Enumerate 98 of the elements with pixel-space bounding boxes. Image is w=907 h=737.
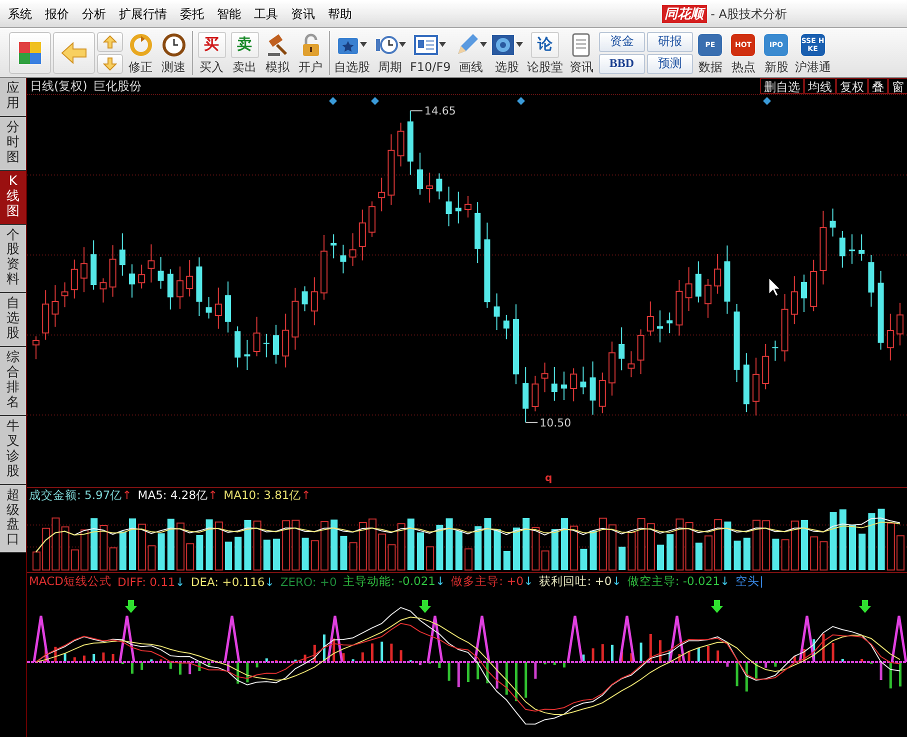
toolbar-button[interactable]: 资讯: [566, 30, 597, 74]
spike-marker: [890, 614, 907, 662]
down-arrow-icon: [859, 600, 871, 613]
side-tab[interactable]: 个股资料: [0, 224, 26, 294]
spike-marker: [426, 614, 444, 662]
gavel-icon: [266, 32, 290, 56]
app-logo: 同花顺: [662, 5, 707, 23]
macd-legend-item: DIFF: 0.11↓: [117, 574, 185, 588]
document-icon: [571, 32, 592, 56]
diamond-marker-icon: [517, 97, 525, 105]
spike-marker: [618, 614, 636, 662]
event-marker: q: [545, 473, 552, 484]
diamond-marker-icon: [329, 97, 337, 105]
menu-item[interactable]: 扩展行情: [115, 6, 176, 23]
macd-legend-item: ZERO: +0: [280, 574, 337, 588]
volume-legend-item: MA5: 4.28亿↑: [138, 488, 218, 503]
menu-item[interactable]: 分析: [78, 6, 115, 23]
side-tab[interactable]: 自选股: [0, 293, 26, 348]
side-tab[interactable]: 牛叉诊股: [0, 416, 26, 485]
menu-item[interactable]: 报价: [41, 6, 78, 23]
refresh-icon: [128, 32, 152, 56]
diamond-marker-icon: [763, 97, 771, 105]
macd-legend-item: 主导动能: -0.021↓: [342, 574, 446, 589]
down-arrow-icon: [125, 600, 137, 613]
menu-item[interactable]: 委托: [176, 6, 213, 23]
toolbar-button[interactable]: 模拟: [262, 30, 293, 74]
toolbar-button[interactable]: BBD: [598, 54, 645, 74]
spike-marker: [798, 614, 816, 662]
toolbar-button[interactable]: 周期: [373, 30, 407, 74]
chart-tool-button[interactable]: 窗: [888, 78, 907, 94]
spike-marker: [474, 614, 490, 662]
toolbar-button[interactable]: 买 买入: [196, 30, 227, 74]
toolbar-button[interactable]: 选股: [490, 30, 524, 74]
toolbar-button[interactable]: 论 论股堂: [526, 30, 564, 74]
spike-marker: [668, 614, 686, 662]
down-button[interactable]: [97, 54, 123, 74]
toolbar-button[interactable]: 自选股: [333, 30, 371, 74]
spike-marker: [224, 614, 240, 662]
toolbar-button[interactable]: 卖 卖出: [229, 30, 260, 74]
down-arrow-icon: [419, 600, 431, 613]
side-tab[interactable]: K线图: [0, 170, 26, 224]
toolbar-button[interactable]: 开户: [295, 30, 326, 74]
macd-legend-item: 做空主导: -0.021↓: [627, 574, 730, 589]
menu-item[interactable]: 帮助: [324, 6, 361, 23]
document-card-icon: [414, 34, 438, 54]
toolbar-button[interactable]: 测速: [158, 30, 189, 74]
toolbar-button[interactable]: 预测: [646, 54, 693, 74]
toolbar-button[interactable]: 研报: [646, 32, 693, 52]
down-arrow-icon: [711, 600, 723, 613]
glyph-icon: 买: [198, 32, 226, 58]
radar-screen-icon: [490, 34, 515, 56]
candle-clock-icon: [374, 34, 398, 56]
glyph-icon: 论: [530, 32, 559, 58]
chart-period: 日线(复权): [29, 78, 88, 94]
up-button[interactable]: [97, 32, 123, 52]
menu-item[interactable]: 系统: [4, 6, 41, 23]
spike-marker: [32, 614, 50, 662]
down-arrow-icon: [103, 56, 117, 70]
clock-icon: [162, 32, 186, 56]
home-button[interactable]: [9, 32, 51, 74]
spike-marker: [326, 614, 344, 662]
toolbar-button[interactable]: 修正: [125, 30, 156, 74]
macd-legend-item: 获利回吐: +0↓: [539, 574, 622, 589]
mouse-pointer-icon: [768, 277, 781, 296]
side-tab[interactable]: 应用: [0, 78, 26, 117]
stock-name: 巨化股份: [92, 78, 142, 94]
menu-item[interactable]: 智能: [213, 6, 250, 23]
glyph-icon: 卖: [230, 32, 258, 58]
spike-marker: [566, 614, 584, 662]
side-tab[interactable]: 超级盘口: [0, 484, 26, 554]
leader-line: [525, 422, 538, 423]
macd-legend-item: DEA: +0.116↓: [190, 574, 274, 588]
back-button[interactable]: [53, 32, 95, 74]
volume-legend-item: MA10: 3.81亿↑: [224, 488, 311, 503]
macd-legend-item: MACD短线公式: [29, 574, 112, 589]
side-tab[interactable]: 分时图: [0, 116, 26, 171]
price-label: 14.65: [424, 104, 456, 118]
menu-item[interactable]: 工具: [250, 6, 287, 23]
color-grid-icon: [18, 40, 42, 64]
macd-legend-item: 做多主导: +0↓: [451, 574, 534, 589]
macd-legend-item: 空头|: [736, 574, 764, 589]
up-arrow-icon: [103, 34, 117, 48]
chart-tool-button[interactable]: 叠: [868, 78, 888, 94]
chart-tool-button[interactable]: 均线: [804, 78, 836, 94]
toolbar-button[interactable]: 资金: [598, 32, 645, 52]
diamond-marker-icon: [371, 97, 379, 105]
chart-tool-button[interactable]: 复权: [836, 78, 868, 94]
toolbar-button[interactable]: F10/F9: [409, 30, 452, 74]
left-arrow-icon: [61, 42, 87, 64]
leader-line: [410, 110, 423, 112]
menu-item[interactable]: 资讯: [287, 6, 324, 23]
window-title: - A股技术分析: [710, 6, 787, 22]
spike-marker: [118, 614, 136, 662]
volume-legend-item: 成交金额: 5.97亿↑: [29, 488, 132, 503]
chart-tool-button[interactable]: 删自选: [760, 78, 804, 94]
side-tab[interactable]: 综合排名: [0, 347, 26, 416]
toolbar-button[interactable]: 画线: [454, 30, 488, 74]
price-label: 10.50: [540, 416, 572, 430]
